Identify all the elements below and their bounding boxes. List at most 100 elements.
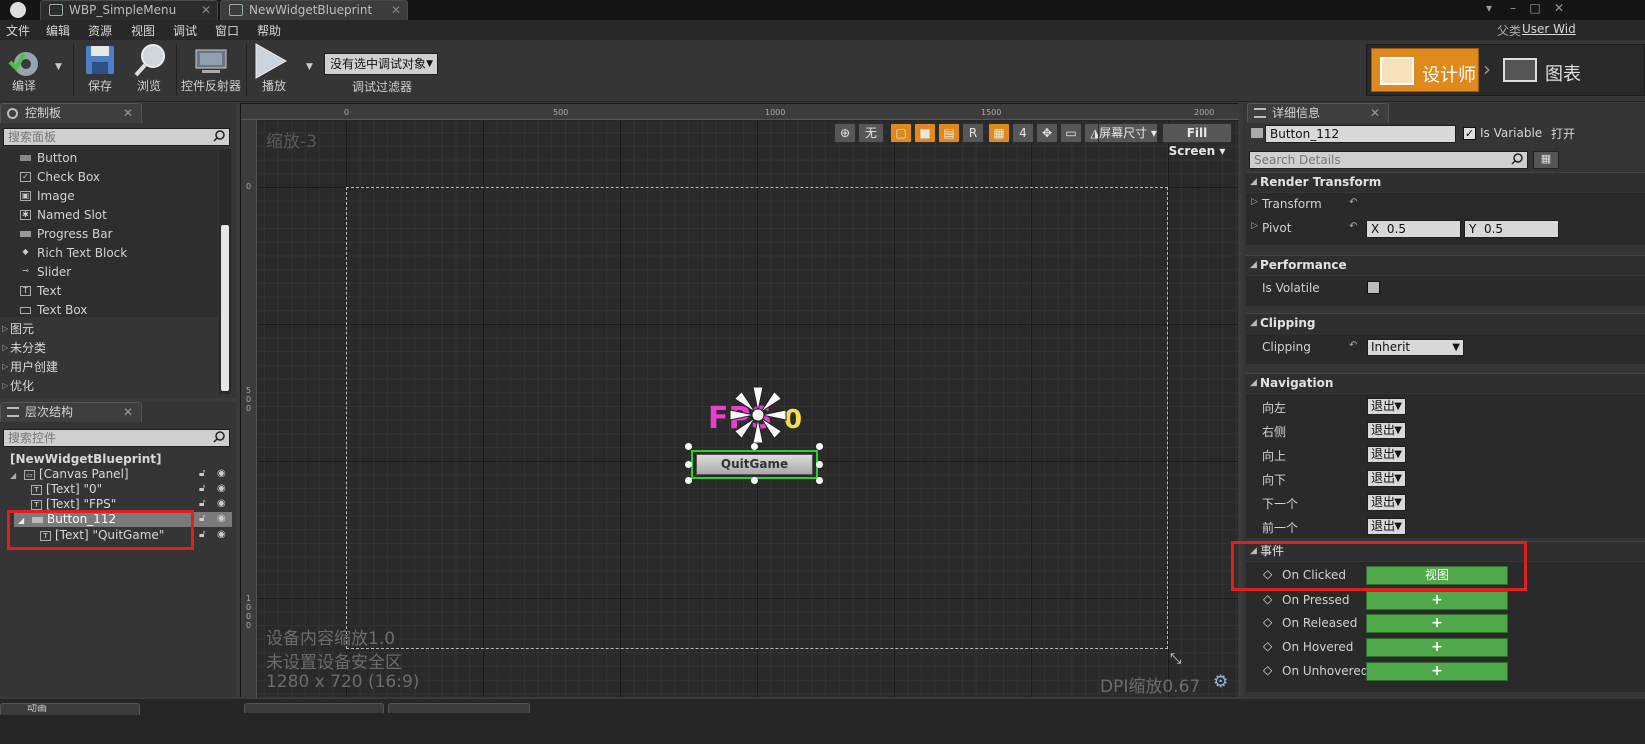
menu-debug[interactable]: 调试 (173, 22, 197, 39)
expand-arrow-icon[interactable]: ▷ (1251, 197, 1258, 207)
lock-icon[interactable]: 🔓︎ (199, 483, 205, 494)
tab-timeline[interactable] (244, 703, 384, 713)
resize-handle[interactable] (816, 443, 823, 450)
resize-handle[interactable] (685, 461, 692, 468)
nav-right-select[interactable]: 退出 ▼ (1367, 422, 1406, 439)
on-pressed-add-button[interactable]: + (1366, 591, 1508, 610)
dpi-settings-gear-icon[interactable]: ⚙ (1213, 672, 1228, 692)
palette-item-check-box[interactable]: ✓ Check Box (20, 168, 100, 186)
zoom-fit-button[interactable]: ✥ (1036, 123, 1058, 143)
resize-handle[interactable] (685, 443, 692, 450)
nav-down-select[interactable]: 退出 ▼ (1367, 470, 1406, 487)
on-unhovered-add-button[interactable]: + (1366, 662, 1508, 681)
palette-item-rich-text-block[interactable]: ◆ Rich Text Block (20, 244, 127, 262)
doc-tab-newwidgetblueprint[interactable]: NewWidgetBlueprint ✕ (220, 0, 408, 20)
close-icon[interactable]: ✕ (123, 403, 133, 421)
expand-arrow-icon[interactable]: ▷ (1251, 221, 1258, 231)
menu-edit[interactable]: 编辑 (46, 22, 70, 39)
tab-compiler-results[interactable] (388, 703, 530, 713)
minimize-icon[interactable]: – (1504, 1, 1522, 17)
nav-up-select[interactable]: 退出 ▼ (1367, 446, 1406, 463)
resize-handle[interactable] (816, 477, 823, 484)
anchor-icon[interactable] (728, 385, 788, 445)
visibility-eye-icon[interactable]: ◉ (217, 468, 226, 479)
palette-item-text-box[interactable]: Text Box (20, 301, 87, 319)
menu-view[interactable]: 视图 (131, 22, 155, 39)
save-button[interactable]: 保存 (76, 40, 124, 98)
menu-asset[interactable]: 资源 (88, 22, 112, 39)
tab-hierarchy[interactable]: 层次结构 ✕ (0, 402, 142, 422)
play-button[interactable]: 播放 (250, 40, 298, 98)
screen-size-select[interactable]: 屏幕尺寸 ▾ (1098, 123, 1158, 143)
doc-tab-wbp-simplemenu[interactable]: WBP_SimpleMenu ✕ (40, 0, 218, 20)
tab-palette[interactable]: 控制板 ✕ (0, 103, 142, 123)
close-icon[interactable]: ✕ (391, 1, 401, 19)
clipping-select[interactable]: Inherit ▼ (1367, 339, 1464, 356)
source-control-icon[interactable]: ▾ (1480, 1, 1498, 17)
close-window-icon[interactable]: ✕ (1550, 1, 1568, 17)
grid-snap-toggle[interactable]: ▦ (988, 123, 1010, 143)
tree-row-canvas-panel[interactable]: ◢ ▭ [Canvas Panel] (10, 467, 129, 482)
tree-root[interactable]: [NewWidgetBlueprint] (10, 452, 161, 467)
palette-item-slider[interactable]: ⊸ Slider (20, 263, 71, 281)
is-variable-checkbox[interactable]: ✓ (1463, 127, 1476, 140)
on-hovered-add-button[interactable]: + (1366, 638, 1508, 657)
flow-direction-select[interactable]: 无 (858, 123, 884, 143)
visibility-eye-icon[interactable]: ◉ (217, 483, 226, 494)
section-performance[interactable]: ◢ Performance (1246, 255, 1645, 275)
resize-screen-arrow-icon[interactable]: ⤡ (1170, 651, 1181, 667)
hierarchy-search-input[interactable]: 搜索控件 (3, 429, 230, 447)
tab-animations[interactable]: 动画 (0, 703, 140, 715)
view-options-icon[interactable]: ▦ (1533, 151, 1559, 169)
visibility-eye-icon[interactable]: ◉ (217, 498, 226, 509)
localization-globe-button[interactable]: ⊕ (834, 123, 856, 143)
menu-file[interactable]: 文件 (6, 22, 30, 39)
resize-handle[interactable] (685, 477, 692, 484)
reset-to-default-icon[interactable]: ↶ (1349, 221, 1357, 232)
respect-locks-toggle[interactable]: ▤ (938, 123, 960, 143)
is-volatile-checkbox[interactable] (1367, 281, 1380, 294)
quitgame-button-face[interactable]: QuitGame (696, 454, 813, 475)
tab-details[interactable]: 详细信息 ✕ (1247, 103, 1389, 123)
graph-mode-button[interactable]: 图表 (1501, 48, 1641, 92)
transform-mode-r-button[interactable]: R (962, 123, 984, 143)
lock-icon[interactable]: 🔓︎ (199, 468, 205, 479)
maximize-icon[interactable]: □ (1526, 1, 1544, 17)
pivot-x-input[interactable]: X 0.5 (1366, 220, 1461, 238)
open-button[interactable]: 打开 (1551, 125, 1575, 142)
scrollbar-thumb[interactable] (221, 225, 229, 391)
designer-viewport[interactable]: 0 500 1000 1500 2000 0 5 0 0 1 0 0 0 缩放-… (240, 103, 1239, 698)
close-icon[interactable]: ✕ (1370, 104, 1380, 122)
resize-handle[interactable] (751, 477, 758, 484)
palette-category-user-created[interactable]: ▷ 用户创建 (0, 358, 58, 376)
nav-left-select[interactable]: 退出 ▼ (1367, 398, 1406, 415)
section-render-transform[interactable]: ◢ Render Transform (1246, 172, 1645, 192)
widget-name-input[interactable]: Button_112 (1265, 125, 1456, 143)
lock-icon[interactable]: 🔓︎ (199, 498, 205, 509)
debug-object-select[interactable]: 没有选中调试对象 ▼ (324, 53, 438, 75)
design-canvas[interactable]: 缩放-3 FPS 0 QuitGame 设备内容缩放1.0 未设置设备安全区 1… (258, 121, 1238, 697)
browse-button[interactable]: 浏览 (125, 40, 173, 98)
reset-to-default-icon[interactable]: ↶ (1349, 197, 1357, 208)
grid-size-select[interactable]: 4 (1012, 123, 1034, 143)
resize-handle[interactable] (751, 443, 758, 450)
visibility-eye-icon[interactable]: ◉ (217, 529, 226, 540)
resize-handle[interactable] (816, 461, 823, 468)
background-toggle[interactable]: ▭ (1060, 123, 1082, 143)
play-options-icon[interactable]: ▼ (306, 62, 313, 72)
palette-category-optimization[interactable]: ▷ 优化 (0, 377, 34, 395)
palette-scrollbar[interactable] (219, 149, 231, 394)
tree-row-text-0[interactable]: T [Text] "0" (31, 482, 102, 497)
section-clipping[interactable]: ◢ Clipping (1246, 313, 1645, 333)
parent-class-link[interactable]: User Wid (1522, 22, 1576, 36)
outline-toggle[interactable]: ▢ (890, 123, 912, 143)
compile-button[interactable]: 编译 (0, 40, 48, 98)
on-released-add-button[interactable]: + (1366, 614, 1508, 633)
palette-category-primitive[interactable]: ▷ 图元 (0, 320, 34, 338)
section-navigation[interactable]: ◢ Navigation (1246, 373, 1645, 393)
palette-item-progress-bar[interactable]: Progress Bar (20, 225, 113, 243)
lock-icon[interactable]: 🔓︎ (199, 513, 205, 524)
quitgame-button-widget[interactable]: QuitGame (691, 450, 818, 479)
details-search-input[interactable]: Search Details (1249, 151, 1528, 169)
pivot-y-input[interactable]: Y 0.5 (1464, 220, 1559, 238)
